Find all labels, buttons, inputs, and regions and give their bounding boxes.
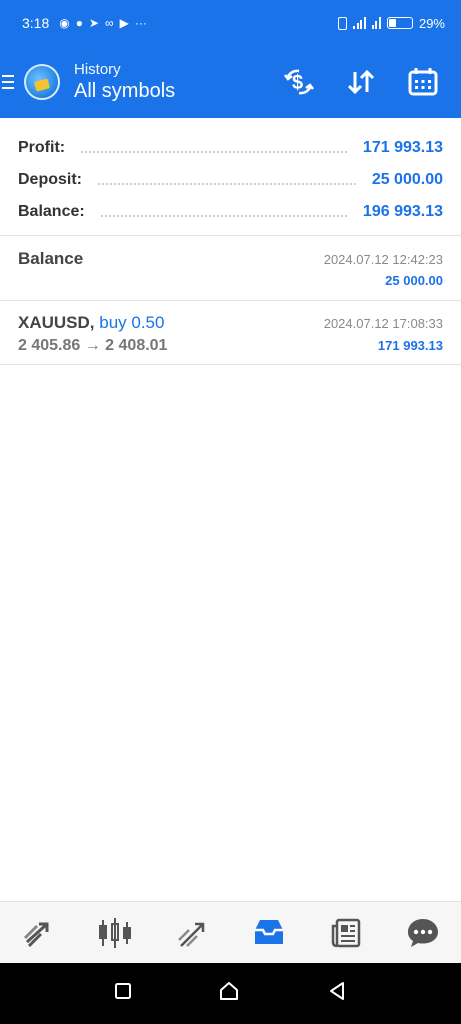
entry-datetime: 2024.07.12 17:08:33 (323, 316, 443, 331)
bottom-navigation (0, 901, 461, 963)
youtube-icon: ▶ (119, 16, 129, 30)
battery-icon (386, 17, 413, 29)
history-summary: Profit: 171 993.13 Deposit: 25 000.00 Ba… (0, 118, 461, 236)
chart-icon[interactable] (93, 911, 137, 955)
app-bar: History All symbols $ (0, 46, 461, 118)
deposit-label: Deposit: (18, 171, 82, 188)
symbol-filter[interactable]: All symbols (74, 80, 175, 103)
entry-amount: 25 000.00 (385, 273, 443, 288)
home-icon[interactable] (218, 980, 240, 1007)
dotted-leader (81, 151, 347, 153)
status-bar: 3:18 ◉ ● ➤ ∞ ▶ ··· 29% (0, 0, 461, 46)
svg-text:$: $ (292, 72, 303, 94)
infinity-icon: ∞ (105, 16, 114, 30)
back-icon[interactable] (326, 980, 348, 1007)
entry-symbol: XAUUSD, buy 0.50 (18, 313, 164, 333)
status-time: 3:18 (22, 15, 50, 31)
person-icon: ● (75, 16, 83, 30)
profit-label: Profit: (18, 139, 66, 156)
calendar-icon[interactable] (403, 62, 443, 102)
dotted-leader (98, 183, 356, 185)
telegram-icon: ➤ (88, 16, 100, 30)
phone-icon (338, 16, 348, 30)
signal-icon (353, 17, 366, 29)
profit-row: Profit: 171 993.13 (18, 132, 443, 164)
sort-icon[interactable] (341, 62, 381, 102)
notification-icons: ◉ ● ➤ ∞ ▶ ··· (59, 16, 147, 30)
history-entry-balance[interactable]: Balance 2024.07.12 12:42:23 25 000.00 (0, 237, 461, 301)
recent-apps-icon[interactable] (113, 981, 133, 1006)
deposit-value: 25 000.00 (371, 171, 443, 188)
app-logo (24, 64, 60, 100)
battery-percent: 29% (418, 15, 445, 31)
more-dots-icon: ··· (134, 16, 147, 30)
history-icon[interactable] (247, 911, 291, 955)
chat-bubble-icon: ◉ (59, 16, 70, 30)
entry-amount: 171 993.13 (377, 338, 443, 353)
entry-trade-type: buy 0.50 (99, 313, 165, 332)
history-entry-trade[interactable]: XAUUSD, buy 0.50 2024.07.12 17:08:33 2 4… (0, 301, 461, 365)
balance-row: Balance: 196 993.13 (18, 196, 443, 228)
entry-name: Balance (18, 249, 84, 268)
entry-symbol-name: XAUUSD, (18, 313, 95, 332)
dotted-leader (100, 215, 347, 217)
chat-icon[interactable] (401, 911, 445, 955)
page-title: History (74, 61, 121, 78)
profit-value: 171 993.13 (362, 139, 443, 156)
header-titles: History All symbols (74, 61, 175, 103)
deposit-withdraw-icon[interactable]: $ (279, 62, 319, 102)
entry-datetime: 2024.07.12 12:42:23 (323, 252, 443, 267)
trade-icon[interactable] (170, 911, 214, 955)
system-navigation-bar (0, 963, 461, 1024)
entry-prices: 2 405.86 → 2 408.01 (18, 337, 168, 354)
balance-value: 196 993.13 (362, 203, 443, 220)
quotes-icon[interactable] (16, 911, 60, 955)
signal-icon-2 (371, 17, 381, 29)
menu-icon[interactable] (0, 75, 14, 89)
deposit-row: Deposit: 25 000.00 (18, 164, 443, 196)
balance-label: Balance: (18, 203, 85, 220)
news-icon[interactable] (324, 911, 368, 955)
